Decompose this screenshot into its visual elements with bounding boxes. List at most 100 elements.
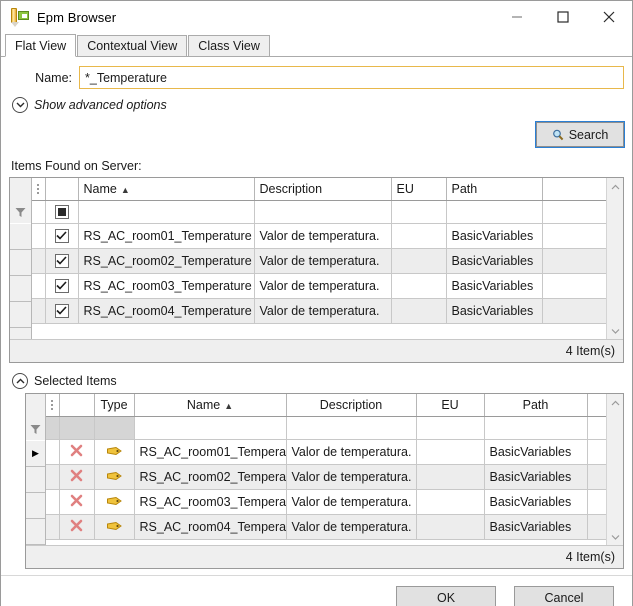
delete-row-cell[interactable] (59, 464, 95, 490)
column-header-type[interactable]: Type (94, 394, 135, 417)
row-gutter-cell[interactable] (10, 302, 31, 328)
row-checkbox[interactable] (54, 303, 69, 318)
items-found-vertical-scrollbar[interactable] (606, 178, 623, 339)
selected-items-body: Type Name ▲ Description EU Path RS_AC_ro… (46, 394, 606, 545)
cell-filler (542, 273, 606, 299)
remove-x-icon[interactable] (70, 494, 83, 510)
delete-row-cell[interactable] (59, 489, 95, 515)
selected-items-label: Selected Items (34, 374, 117, 388)
row-gutter-cell[interactable] (26, 519, 45, 545)
cell-filler (587, 439, 606, 465)
table-row[interactable]: RS_AC_room01_Temperature Valor de temper… (46, 439, 606, 465)
table-row[interactable]: RS_AC_room03_Temperature Valor de temper… (46, 489, 606, 515)
remove-x-icon[interactable] (70, 444, 83, 460)
maximize-icon[interactable] (540, 1, 586, 32)
show-advanced-options-toggle[interactable]: Show advanced options (12, 97, 624, 113)
filter-cell-type (94, 416, 135, 440)
row-gutter-cell[interactable] (26, 467, 45, 493)
filter-cell-name[interactable] (134, 416, 287, 440)
row-checkbox[interactable] (54, 278, 69, 293)
row-spacer (32, 273, 46, 299)
filter-cell-description[interactable] (286, 416, 417, 440)
delete-row-cell[interactable] (59, 514, 95, 540)
row-spacer (46, 489, 60, 515)
row-gutter-cell[interactable] (26, 493, 45, 519)
row-checkbox-cell[interactable] (45, 248, 79, 274)
row-checkbox[interactable] (54, 253, 69, 268)
column-header-path[interactable]: Path (446, 178, 543, 201)
delete-row-cell[interactable] (59, 439, 95, 465)
view-tabs: Flat View Contextual View Class View (1, 33, 632, 57)
scroll-down-arrow-icon[interactable] (607, 528, 624, 545)
scroll-track[interactable] (607, 195, 623, 322)
column-header-eu[interactable]: EU (416, 394, 485, 417)
table-row[interactable]: RS_AC_room04_Temperature Valor de temper… (32, 298, 606, 324)
table-row[interactable]: RS_AC_room01_Temperature Valor de temper… (32, 223, 606, 249)
column-header-description[interactable]: Description (286, 394, 417, 417)
row-gutter-cell[interactable] (10, 250, 31, 276)
cell-path: BasicVariables (484, 489, 588, 515)
column-header-path[interactable]: Path (484, 394, 588, 417)
row-gutter-cell[interactable] (10, 276, 31, 302)
row-spacer (32, 298, 46, 324)
scroll-up-arrow-icon[interactable] (607, 178, 624, 195)
cell-name: RS_AC_room02_Temperature (134, 464, 287, 490)
filter-cell-path[interactable] (446, 200, 543, 224)
row-checkbox-cell[interactable] (45, 273, 79, 299)
table-row[interactable]: RS_AC_room04_Temperature Valor de temper… (46, 514, 606, 540)
select-all-checkbox[interactable] (54, 204, 69, 219)
select-all-checkbox-cell[interactable] (45, 200, 79, 224)
cell-eu (416, 514, 485, 540)
column-header-checkbox[interactable] (45, 178, 79, 201)
items-found-body: Name ▲ Description EU Path RS_AC_room01_… (32, 178, 606, 339)
search-button[interactable]: Search (535, 121, 625, 148)
tab-flat-view[interactable]: Flat View (5, 34, 77, 57)
table-row[interactable]: RS_AC_room02_Temperature Valor de temper… (32, 248, 606, 274)
selected-items-toggle[interactable]: Selected Items (12, 373, 624, 389)
filter-cell-path[interactable] (484, 416, 588, 440)
search-name-input[interactable] (79, 66, 624, 89)
column-header-path-label: Path (451, 181, 478, 196)
items-found-filter-row[interactable] (32, 200, 606, 224)
row-checkbox-cell[interactable] (45, 298, 79, 324)
column-drag-handle[interactable] (32, 178, 46, 201)
column-header-delete[interactable] (59, 394, 95, 417)
column-header-eu[interactable]: EU (391, 178, 447, 201)
column-header-name[interactable]: Name ▲ (78, 178, 255, 201)
column-header-description[interactable]: Description (254, 178, 392, 201)
column-header-name[interactable]: Name ▲ (134, 394, 287, 417)
tab-contextual-view[interactable]: Contextual View (77, 35, 188, 57)
ok-button[interactable]: OK (396, 586, 496, 606)
items-found-count: 4 Item(s) (565, 344, 615, 358)
cell-path: BasicVariables (484, 514, 588, 540)
selected-items-vertical-scrollbar[interactable] (606, 394, 623, 545)
row-checkbox[interactable] (54, 228, 69, 243)
scroll-up-arrow-icon[interactable] (607, 394, 624, 411)
remove-x-icon[interactable] (70, 519, 83, 535)
row-checkbox-cell[interactable] (45, 223, 79, 249)
epm-browser-window: Epm Browser Flat View Contextual View Cl… (0, 0, 633, 606)
filter-cell-description[interactable] (254, 200, 392, 224)
show-advanced-options-label: Show advanced options (34, 98, 167, 112)
filter-row-icon[interactable] (10, 201, 31, 224)
scroll-track[interactable] (607, 411, 623, 528)
cell-filler (587, 464, 606, 490)
remove-x-icon[interactable] (70, 469, 83, 485)
filter-cell-eu[interactable] (391, 200, 447, 224)
selected-items-filter-row[interactable] (46, 416, 606, 440)
row-gutter-cell[interactable] (10, 224, 31, 250)
cancel-button[interactable]: Cancel (514, 586, 614, 606)
close-icon[interactable] (586, 1, 632, 32)
scroll-down-arrow-icon[interactable] (607, 322, 624, 339)
filter-cell-name[interactable] (78, 200, 255, 224)
minimize-icon[interactable] (494, 1, 540, 32)
filter-row-icon[interactable] (26, 418, 45, 441)
current-row-marker-cell[interactable]: ▶ (26, 441, 45, 467)
column-drag-handle[interactable] (46, 394, 60, 417)
table-row[interactable]: RS_AC_room03_Temperature Valor de temper… (32, 273, 606, 299)
ok-button-label: OK (436, 590, 456, 605)
table-row[interactable]: RS_AC_room02_Temperature Valor de temper… (46, 464, 606, 490)
filter-cell-eu[interactable] (416, 416, 485, 440)
tab-class-view[interactable]: Class View (188, 35, 270, 57)
selected-items-table: Type Name ▲ Description EU Path RS_AC_ro… (46, 394, 606, 540)
